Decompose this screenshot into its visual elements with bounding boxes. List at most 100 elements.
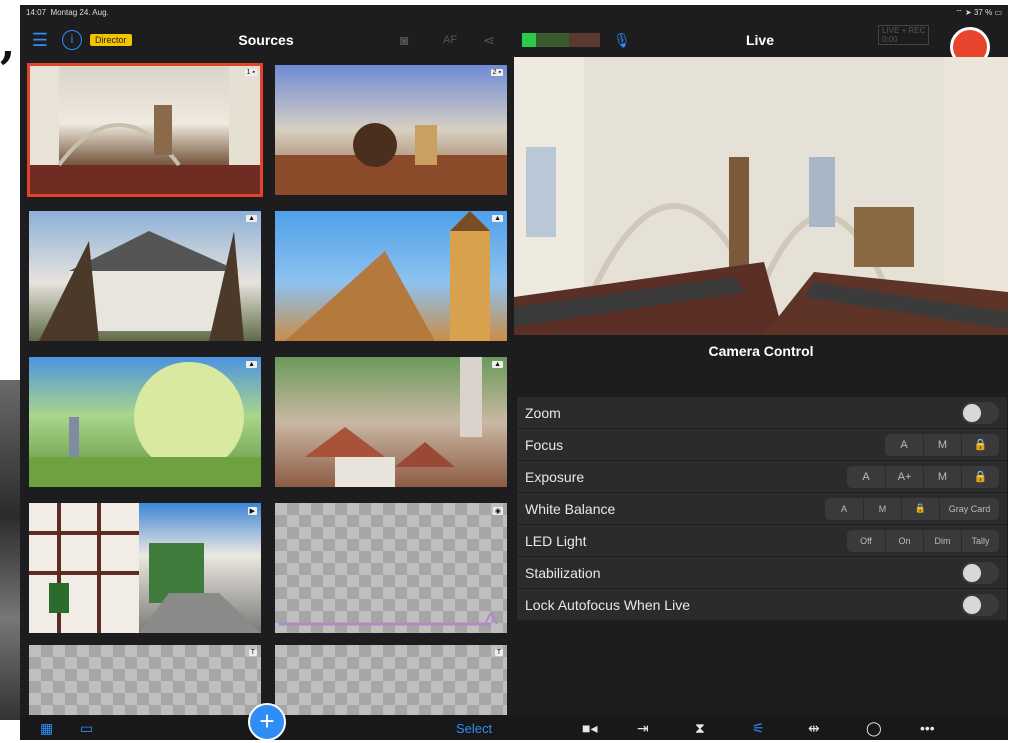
select-button[interactable]: Select [456,721,492,736]
more-icon[interactable]: ••• [920,720,935,736]
source-tile[interactable]: 1 ▪ [27,63,263,197]
source-tile[interactable]: T [29,645,261,715]
info-icon[interactable]: i [62,30,82,50]
live-preview [514,57,1008,335]
source-tile[interactable]: ▲ [29,211,261,341]
white-balance-label: White Balance [525,500,616,517]
director-mode-badge[interactable]: Director [90,34,132,46]
source-tag: 1 ▪ [244,69,257,76]
blossom-tree-thumbnail [29,362,261,487]
source-tag: T [248,649,257,656]
controls-tab-icon[interactable]: ⚟ [752,720,765,737]
grid-view-icon[interactable]: ▦ [40,720,53,737]
battery-icon: ▭ [994,8,1002,17]
wb-manual-option[interactable]: M [863,497,901,520]
live-rec-time: 0:00 [882,35,898,44]
output-tab-icon[interactable]: ⇥ [637,720,649,737]
camera-snapshot-icon: ◙ [400,32,409,48]
focus-label: Focus [525,436,564,453]
bottom-toolbar: ▦ ▭ Select ■◂ ⇥ ⧗ ⚟ ⇹ ◯ ••• [20,715,1008,740]
camera-control-title: Camera Control [708,343,814,359]
stabilization-row: Stabilization [517,557,1007,589]
exposure-segmented-control: A A+ M 🔒 [847,465,999,488]
exposure-auto-plus-option[interactable]: A+ [885,465,923,488]
focus-segmented-control: A M 🔒 [885,433,999,456]
camera-control-list: Zoom Focus A M 🔒 Exposure A A+ M 🔒 White… [517,397,1007,621]
source-tag: ▲ [246,215,257,222]
church-exterior-thumbnail [39,231,244,341]
menu-icon[interactable]: ☰ [26,30,54,51]
led-light-row: LED Light Off On Dim Tally [517,525,1007,557]
comments-tab-icon[interactable]: ◯ [866,720,882,737]
led-dim-option[interactable]: Dim [923,529,961,552]
exposure-manual-option[interactable]: M [923,465,961,488]
af-button: AF [443,34,458,46]
zoom-label: Zoom [525,404,561,421]
source-tag: ▲ [492,361,503,368]
sources-header: ☰ i Director Sources ◙ AF ⋖ [20,19,512,61]
zoom-toggle[interactable] [961,401,999,424]
status-date: Montag 24. Aug. [50,8,109,17]
exposure-auto-option[interactable]: A [847,466,885,488]
status-time: 14:07 [26,8,47,17]
screenshot-stage: , 14:07 Montag 24. Aug. ⌔ ➤ 37 % ▭ ☰ i D… [0,0,1015,743]
layout-view-icon[interactable]: ▭ [80,720,93,737]
church-organ-thumbnail [275,123,507,195]
share-icon: ⋖ [483,31,495,48]
add-source-button[interactable]: + [248,703,286,740]
source-tile[interactable]: ◉ [275,503,507,633]
partial-glyph: , [0,18,16,69]
source-tile[interactable]: ▲ [275,357,507,487]
live-header: 🎙 Live [512,19,1008,61]
source-tile[interactable]: ▲ [29,357,261,487]
status-bar: 14:07 Montag 24. Aug. ⌔ ➤ 37 % ▭ [20,5,1008,19]
audio-waveform-thumbnail [279,610,498,626]
white-balance-segmented-control: A M 🔒 Gray Card [825,497,999,520]
source-tag: ▶ [247,507,257,515]
source-tag: ▲ [246,361,257,368]
stabilization-toggle[interactable] [961,561,999,584]
ipad-screen: 14:07 Montag 24. Aug. ⌔ ➤ 37 % ▭ ☰ i Dir… [20,5,1008,740]
live-rec-status: LIVE + REC 0:00 [878,25,930,45]
exposure-row: Exposure A A+ M 🔒 [517,461,1007,493]
lock-autofocus-row: Lock Autofocus When Live [517,589,1007,621]
source-tile[interactable]: T [275,645,507,715]
focus-lock-icon[interactable]: 🔒 [961,433,999,456]
source-tag: ▲ [492,215,503,222]
audio-tab-icon[interactable]: ⇹ [808,720,820,737]
live-rec-label: LIVE + REC [882,26,926,35]
focus-auto-option[interactable]: A [885,434,923,456]
camera-tab-icon[interactable]: ■◂ [582,720,597,737]
focus-row: Focus A M 🔒 [517,429,1007,461]
exposure-label: Exposure [525,468,585,485]
wb-lock-icon[interactable]: 🔒 [901,497,939,520]
led-on-option[interactable]: On [885,529,923,552]
audio-level-meter [522,33,600,47]
source-tag: 2 ▪ [490,69,503,76]
led-light-label: LED Light [525,532,587,549]
stabilization-label: Stabilization [525,564,601,581]
led-off-option[interactable]: Off [847,530,885,552]
church-tower-thumbnail [285,211,490,341]
zoom-row: Zoom [517,397,1007,429]
source-tag: ◉ [492,507,503,515]
battery-percent: 37 % [973,8,993,17]
source-tile[interactable]: ▶ [29,503,261,633]
source-tile[interactable]: 2 ▪ [275,65,507,195]
exposure-lock-icon[interactable]: 🔒 [961,465,999,488]
focus-manual-option[interactable]: M [923,433,961,456]
wb-gray-card-option[interactable]: Gray Card [939,497,999,520]
lock-autofocus-label: Lock Autofocus When Live [525,596,690,613]
microphone-icon[interactable]: 🎙 [608,32,636,49]
led-tally-option[interactable]: Tally [961,529,999,552]
wb-auto-option[interactable]: A [825,498,863,520]
live-church-image [514,57,1008,335]
church-nave-thumbnail [29,65,261,195]
led-light-segmented-control: Off On Dim Tally [847,529,999,552]
lock-autofocus-toggle[interactable] [961,593,999,616]
transition-tab-icon[interactable]: ⧗ [695,720,705,737]
source-tile[interactable]: ▲ [275,211,507,341]
background-photo-edge [0,380,22,720]
timber-frame-thumbnail [29,503,261,633]
wifi-icon: ⌔ ➤ [955,8,972,17]
